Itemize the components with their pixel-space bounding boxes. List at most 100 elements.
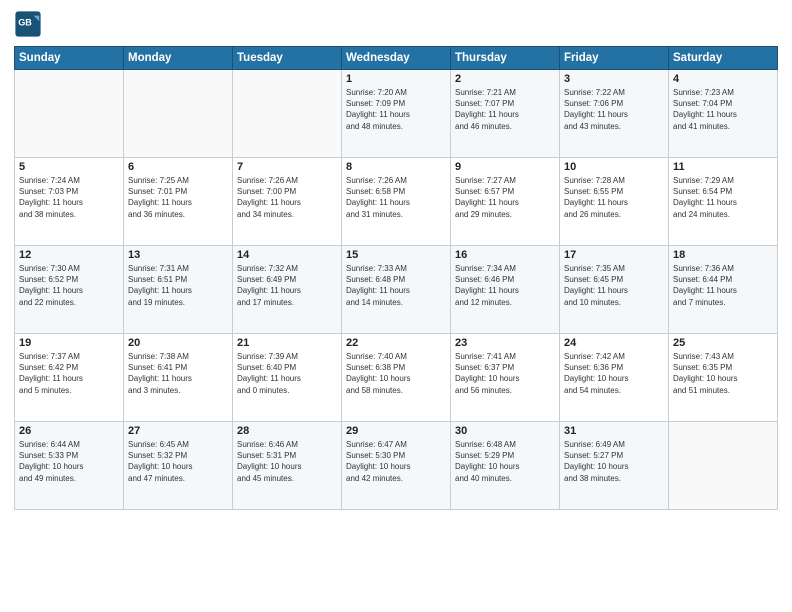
logo-area: GB [14,10,46,38]
day-info: Sunrise: 7:35 AM Sunset: 6:45 PM Dayligh… [564,263,664,308]
day-info: Sunrise: 6:46 AM Sunset: 5:31 PM Dayligh… [237,439,337,484]
day-cell: 27 Sunrise: 6:45 AM Sunset: 5:32 PM Dayli… [124,422,233,510]
day-cell: 15 Sunrise: 7:33 AM Sunset: 6:48 PM Dayli… [342,246,451,334]
week-row-5: 26 Sunrise: 6:44 AM Sunset: 5:33 PM Dayli… [15,422,778,510]
day-info: Sunrise: 6:45 AM Sunset: 5:32 PM Dayligh… [128,439,228,484]
day-number: 11 [673,161,773,173]
day-info: Sunrise: 7:30 AM Sunset: 6:52 PM Dayligh… [19,263,119,308]
day-info: Sunrise: 7:27 AM Sunset: 6:57 PM Dayligh… [455,175,555,220]
day-number: 26 [19,425,119,437]
day-number: 27 [128,425,228,437]
day-info: Sunrise: 7:26 AM Sunset: 6:58 PM Dayligh… [346,175,446,220]
day-number: 1 [346,73,446,85]
day-info: Sunrise: 7:34 AM Sunset: 6:46 PM Dayligh… [455,263,555,308]
svg-text:GB: GB [18,17,32,27]
day-number: 14 [237,249,337,261]
day-info: Sunrise: 7:41 AM Sunset: 6:37 PM Dayligh… [455,351,555,396]
day-info: Sunrise: 7:26 AM Sunset: 7:00 PM Dayligh… [237,175,337,220]
day-number: 25 [673,337,773,349]
week-row-4: 19 Sunrise: 7:37 AM Sunset: 6:42 PM Dayli… [15,334,778,422]
day-cell: 23 Sunrise: 7:41 AM Sunset: 6:37 PM Dayli… [451,334,560,422]
day-cell: 24 Sunrise: 7:42 AM Sunset: 6:36 PM Dayli… [560,334,669,422]
day-cell: 18Sunrise: 7:36 AM Sunset: 6:44 PM Dayli… [669,246,778,334]
day-number: 13 [128,249,228,261]
day-number: 5 [19,161,119,173]
day-info: Sunrise: 7:22 AM Sunset: 7:06 PM Dayligh… [564,87,664,132]
calendar-table: SundayMondayTuesdayWednesdayThursdayFrid… [14,46,778,510]
day-number: 28 [237,425,337,437]
day-number: 7 [237,161,337,173]
day-cell: 13Sunrise: 7:31 AM Sunset: 6:51 PM Dayli… [124,246,233,334]
day-info: Sunrise: 7:37 AM Sunset: 6:42 PM Dayligh… [19,351,119,396]
day-number: 23 [455,337,555,349]
day-cell: 19 Sunrise: 7:37 AM Sunset: 6:42 PM Dayli… [15,334,124,422]
day-cell: 6Sunrise: 7:25 AM Sunset: 7:01 PM Daylig… [124,158,233,246]
day-number: 21 [237,337,337,349]
day-number: 9 [455,161,555,173]
day-info: Sunrise: 7:42 AM Sunset: 6:36 PM Dayligh… [564,351,664,396]
day-info: Sunrise: 7:40 AM Sunset: 6:38 PM Dayligh… [346,351,446,396]
weekday-sunday: Sunday [15,47,124,70]
day-cell: 5 Sunrise: 7:24 AM Sunset: 7:03 PM Daylig… [15,158,124,246]
day-info: Sunrise: 7:33 AM Sunset: 6:48 PM Dayligh… [346,263,446,308]
day-cell: 7 Sunrise: 7:26 AM Sunset: 7:00 PM Daylig… [233,158,342,246]
day-number: 3 [564,73,664,85]
day-cell: 2Sunrise: 7:21 AM Sunset: 7:07 PM Daylig… [451,70,560,158]
day-cell: 1 Sunrise: 7:20 AM Sunset: 7:09 PM Daylig… [342,70,451,158]
logo-icon: GB [14,10,42,38]
day-number: 17 [564,249,664,261]
day-number: 20 [128,337,228,349]
day-cell: 11 Sunrise: 7:29 AM Sunset: 6:54 PM Dayli… [669,158,778,246]
day-number: 6 [128,161,228,173]
day-cell: 29 Sunrise: 6:47 AM Sunset: 5:30 PM Dayli… [342,422,451,510]
day-info: Sunrise: 6:47 AM Sunset: 5:30 PM Dayligh… [346,439,446,484]
day-info: Sunrise: 7:24 AM Sunset: 7:03 PM Dayligh… [19,175,119,220]
day-cell: 8Sunrise: 7:26 AM Sunset: 6:58 PM Daylig… [342,158,451,246]
day-cell: 10Sunrise: 7:28 AM Sunset: 6:55 PM Dayli… [560,158,669,246]
day-cell: 9 Sunrise: 7:27 AM Sunset: 6:57 PM Daylig… [451,158,560,246]
day-info: Sunrise: 7:29 AM Sunset: 6:54 PM Dayligh… [673,175,773,220]
day-info: Sunrise: 7:23 AM Sunset: 7:04 PM Dayligh… [673,87,773,132]
day-cell [15,70,124,158]
weekday-monday: Monday [124,47,233,70]
day-info: Sunrise: 7:32 AM Sunset: 6:49 PM Dayligh… [237,263,337,308]
day-number: 22 [346,337,446,349]
week-row-2: 5 Sunrise: 7:24 AM Sunset: 7:03 PM Daylig… [15,158,778,246]
day-number: 24 [564,337,664,349]
day-cell: 14 Sunrise: 7:32 AM Sunset: 6:49 PM Dayli… [233,246,342,334]
day-info: Sunrise: 7:39 AM Sunset: 6:40 PM Dayligh… [237,351,337,396]
day-info: Sunrise: 6:49 AM Sunset: 5:27 PM Dayligh… [564,439,664,484]
day-info: Sunrise: 6:44 AM Sunset: 5:33 PM Dayligh… [19,439,119,484]
day-cell [124,70,233,158]
day-cell: 26 Sunrise: 6:44 AM Sunset: 5:33 PM Dayli… [15,422,124,510]
day-cell: 3 Sunrise: 7:22 AM Sunset: 7:06 PM Daylig… [560,70,669,158]
day-cell: 25 Sunrise: 7:43 AM Sunset: 6:35 PM Dayli… [669,334,778,422]
day-info: Sunrise: 7:36 AM Sunset: 6:44 PM Dayligh… [673,263,773,308]
weekday-friday: Friday [560,47,669,70]
day-number: 15 [346,249,446,261]
day-cell: 20Sunrise: 7:38 AM Sunset: 6:41 PM Dayli… [124,334,233,422]
page: GB SundayMondayTuesdayWednesdayThursdayF… [0,0,792,612]
day-number: 2 [455,73,555,85]
day-info: Sunrise: 6:48 AM Sunset: 5:29 PM Dayligh… [455,439,555,484]
day-number: 29 [346,425,446,437]
day-number: 16 [455,249,555,261]
header: GB [14,10,778,38]
day-cell: 12 Sunrise: 7:30 AM Sunset: 6:52 PM Dayli… [15,246,124,334]
day-cell: 31Sunrise: 6:49 AM Sunset: 5:27 PM Dayli… [560,422,669,510]
weekday-saturday: Saturday [669,47,778,70]
day-info: Sunrise: 7:20 AM Sunset: 7:09 PM Dayligh… [346,87,446,132]
day-cell: 30Sunrise: 6:48 AM Sunset: 5:29 PM Dayli… [451,422,560,510]
day-number: 12 [19,249,119,261]
day-cell: 4Sunrise: 7:23 AM Sunset: 7:04 PM Daylig… [669,70,778,158]
week-row-3: 12 Sunrise: 7:30 AM Sunset: 6:52 PM Dayli… [15,246,778,334]
weekday-header-row: SundayMondayTuesdayWednesdayThursdayFrid… [15,47,778,70]
day-cell: 28 Sunrise: 6:46 AM Sunset: 5:31 PM Dayli… [233,422,342,510]
day-cell [233,70,342,158]
day-number: 19 [19,337,119,349]
day-cell: 22 Sunrise: 7:40 AM Sunset: 6:38 PM Dayli… [342,334,451,422]
day-cell: 21 Sunrise: 7:39 AM Sunset: 6:40 PM Dayli… [233,334,342,422]
day-cell [669,422,778,510]
day-info: Sunrise: 7:43 AM Sunset: 6:35 PM Dayligh… [673,351,773,396]
weekday-thursday: Thursday [451,47,560,70]
